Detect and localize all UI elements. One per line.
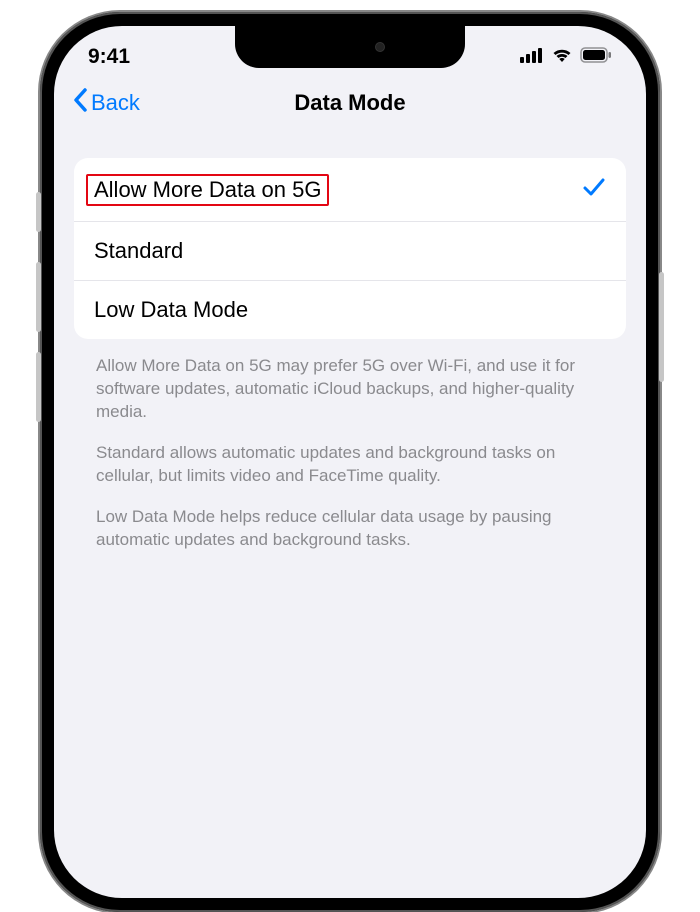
option-label: Allow More Data on 5G (94, 177, 321, 202)
footer-paragraph: Standard allows automatic updates and ba… (96, 442, 604, 488)
nav-bar: Back Data Mode (54, 76, 646, 130)
wifi-icon (551, 45, 573, 69)
highlight-annotation: Allow More Data on 5G (86, 174, 329, 206)
status-time: 9:41 (88, 45, 130, 69)
side-button (659, 272, 664, 382)
option-low-data-mode[interactable]: Low Data Mode (74, 280, 626, 339)
screen: 9:41 Back Data Mode (54, 26, 646, 898)
footer-paragraph: Low Data Mode helps reduce cellular data… (96, 506, 604, 552)
side-button (36, 262, 41, 332)
battery-icon (580, 45, 612, 69)
page-title: Data Mode (294, 90, 405, 116)
content-area: Allow More Data on 5G Standard Low Data … (54, 130, 646, 552)
option-label: Standard (94, 238, 183, 264)
option-standard[interactable]: Standard (74, 221, 626, 280)
option-allow-more-data-5g[interactable]: Allow More Data on 5G (74, 158, 626, 221)
checkmark-icon (582, 174, 606, 205)
footer-text: Allow More Data on 5G may prefer 5G over… (74, 339, 626, 552)
chevron-left-icon (72, 88, 88, 118)
back-button[interactable]: Back (72, 88, 140, 118)
device-frame: 9:41 Back Data Mode (40, 12, 660, 912)
data-mode-list: Allow More Data on 5G Standard Low Data … (74, 158, 626, 339)
footer-paragraph: Allow More Data on 5G may prefer 5G over… (96, 355, 604, 424)
front-camera (375, 42, 385, 52)
back-label: Back (91, 90, 140, 116)
cellular-icon (520, 45, 544, 69)
notch (235, 26, 465, 68)
option-label: Low Data Mode (94, 297, 248, 323)
side-button (36, 352, 41, 422)
side-button (36, 192, 41, 232)
